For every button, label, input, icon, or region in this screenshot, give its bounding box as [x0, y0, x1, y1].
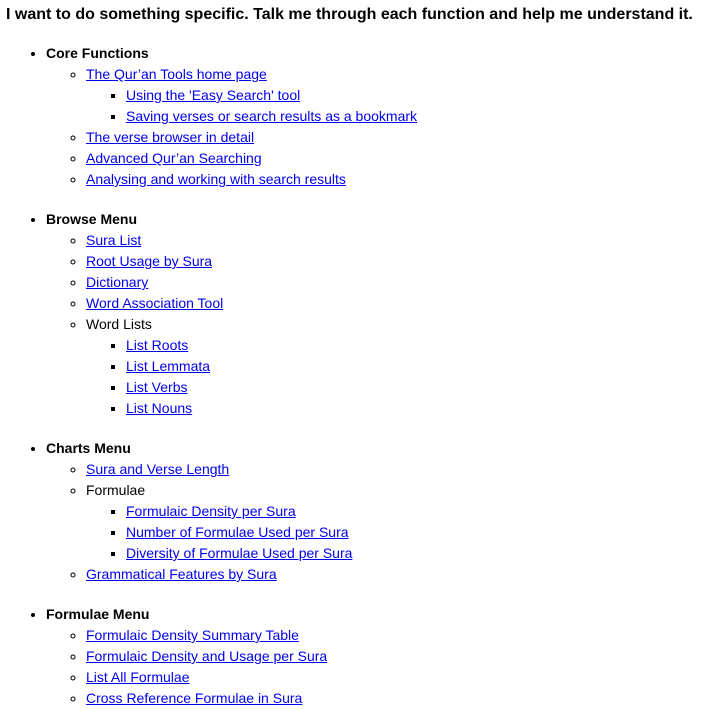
list-item: Word Association Tool — [86, 293, 716, 314]
link-word-association-tool[interactable]: Word Association Tool — [86, 295, 223, 311]
link-formulaic-density-per-sura[interactable]: Formulaic Density per Sura — [126, 503, 296, 519]
list-item: Using the 'Easy Search' tool — [126, 85, 716, 106]
home-page-sublist: Using the 'Easy Search' tool Saving vers… — [86, 85, 716, 127]
list-item: The Qur’an Tools home page Using the 'Ea… — [86, 64, 716, 127]
section-title: Core Functions — [46, 45, 149, 61]
list-item: Saving verses or search results as a boo… — [126, 106, 716, 127]
formulae-menu-list: Formulaic Density Summary Table Formulai… — [46, 625, 716, 709]
browse-menu-list: Sura List Root Usage by Sura Dictionary … — [46, 230, 716, 419]
list-item: Formulaic Density and Usage per Sura — [86, 646, 716, 667]
link-number-of-formulae-per-sura[interactable]: Number of Formulae Used per Sura — [126, 524, 349, 540]
list-item: List Roots — [126, 335, 716, 356]
list-item: Analysing and working with search result… — [86, 169, 716, 190]
link-list-verbs[interactable]: List Verbs — [126, 379, 187, 395]
link-list-nouns[interactable]: List Nouns — [126, 400, 192, 416]
list-item: Grammatical Features by Sura — [86, 564, 716, 585]
link-quran-tools-home-page[interactable]: The Qur’an Tools home page — [86, 66, 267, 82]
formulae-label: Formulae — [86, 482, 146, 498]
link-list-roots[interactable]: List Roots — [126, 337, 188, 353]
core-functions-list: The Qur’an Tools home page Using the 'Ea… — [46, 64, 716, 190]
section-charts-menu: Charts Menu Sura and Verse Length Formul… — [46, 438, 716, 585]
link-list-all-formulae[interactable]: List All Formulae — [86, 669, 189, 685]
list-item: Formulaic Density Summary Table — [86, 625, 716, 646]
section-formulae-menu: Formulae Menu Formulaic Density Summary … — [46, 604, 716, 709]
list-item: Root Usage by Sura — [86, 251, 716, 272]
link-sura-list[interactable]: Sura List — [86, 232, 141, 248]
link-list-lemmata[interactable]: List Lemmata — [126, 358, 210, 374]
charts-menu-list: Sura and Verse Length Formulae Formulaic… — [46, 459, 716, 585]
link-easy-search-tool[interactable]: Using the 'Easy Search' tool — [126, 87, 300, 103]
list-item: Number of Formulae Used per Sura — [126, 522, 716, 543]
list-item: The verse browser in detail — [86, 127, 716, 148]
link-root-usage-by-sura[interactable]: Root Usage by Sura — [86, 253, 212, 269]
help-topics-list: Core Functions The Qur’an Tools home pag… — [0, 43, 716, 709]
link-formulaic-density-summary-table[interactable]: Formulaic Density Summary Table — [86, 627, 299, 643]
list-item: Advanced Qur’an Searching — [86, 148, 716, 169]
list-item: Diversity of Formulae Used per Sura — [126, 543, 716, 564]
list-item: List All Formulae — [86, 667, 716, 688]
link-grammatical-features-by-sura[interactable]: Grammatical Features by Sura — [86, 566, 277, 582]
list-item: Sura and Verse Length — [86, 459, 716, 480]
list-item: Formulaic Density per Sura — [126, 501, 716, 522]
formulae-sublist: Formulaic Density per Sura Number of For… — [86, 501, 716, 564]
page-heading: I want to do something specific. Talk me… — [6, 6, 693, 23]
link-dictionary[interactable]: Dictionary — [86, 274, 148, 290]
section-title: Browse Menu — [46, 211, 138, 227]
section-title: Charts Menu — [46, 440, 131, 456]
link-saving-bookmark[interactable]: Saving verses or search results as a boo… — [126, 108, 417, 124]
list-item: Word Lists List Roots List Lemmata List … — [86, 314, 716, 419]
list-item: Dictionary — [86, 272, 716, 293]
list-item: Formulae Formulaic Density per Sura Numb… — [86, 480, 716, 564]
link-advanced-searching[interactable]: Advanced Qur’an Searching — [86, 150, 262, 166]
section-title: Formulae Menu — [46, 606, 150, 622]
link-formulaic-density-usage-per-sura[interactable]: Formulaic Density and Usage per Sura — [86, 648, 327, 664]
link-cross-reference-formulae[interactable]: Cross Reference Formulae in Sura — [86, 690, 302, 706]
link-diversity-of-formulae-per-sura[interactable]: Diversity of Formulae Used per Sura — [126, 545, 352, 561]
link-analysing-search-results[interactable]: Analysing and working with search result… — [86, 171, 346, 187]
word-lists-sublist: List Roots List Lemmata List Verbs List … — [86, 335, 716, 419]
list-item: Sura List — [86, 230, 716, 251]
section-core-functions: Core Functions The Qur’an Tools home pag… — [46, 43, 716, 190]
link-verse-browser[interactable]: The verse browser in detail — [86, 129, 254, 145]
link-sura-verse-length[interactable]: Sura and Verse Length — [86, 461, 229, 477]
section-browse-menu: Browse Menu Sura List Root Usage by Sura… — [46, 209, 716, 419]
word-lists-label: Word Lists — [86, 316, 152, 332]
list-item: List Nouns — [126, 398, 716, 419]
list-item: List Lemmata — [126, 356, 716, 377]
list-item: Cross Reference Formulae in Sura — [86, 688, 716, 709]
list-item: List Verbs — [126, 377, 716, 398]
